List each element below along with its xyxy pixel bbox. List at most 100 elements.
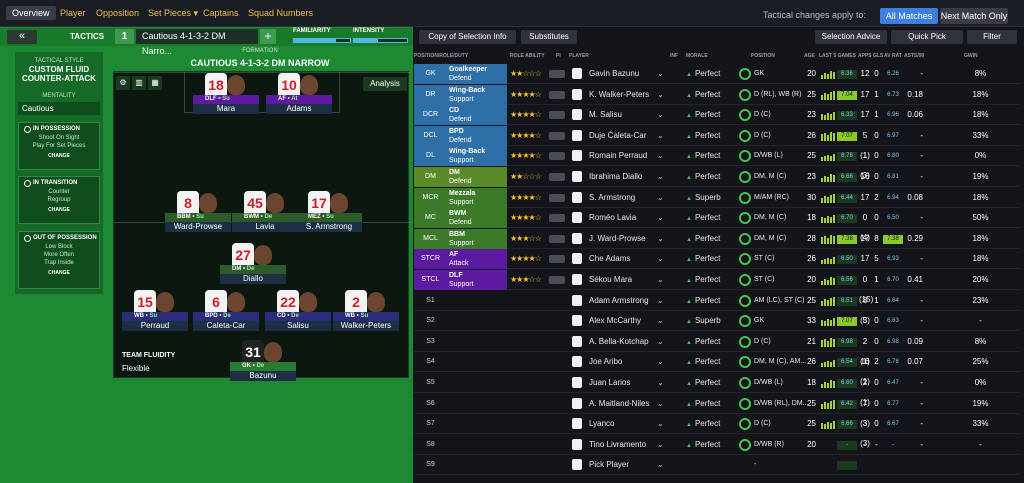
chevron-down-icon[interactable]: ⌄ bbox=[657, 455, 664, 475]
col-position-role-duty[interactable]: POSITION/ROLE/DUTY bbox=[414, 53, 468, 59]
col-apps[interactable]: APPS bbox=[858, 53, 872, 59]
row-role[interactable]: BWM Defend bbox=[447, 208, 507, 229]
table-row[interactable]: S1Adam Armstrong⌄PerfectAM (LC), ST (C)2… bbox=[414, 291, 1019, 325]
pitch-player[interactable]: 8 BBM • Su Ward-Prowse bbox=[165, 191, 235, 235]
in-possession-change-button[interactable]: CHANGE bbox=[19, 153, 99, 159]
row-role[interactable]: Goalkeeper Defend bbox=[447, 64, 507, 84]
table-row[interactable]: S3A. Bella-Kotchap⌄PerfectD (C)216.982 (… bbox=[414, 332, 1019, 366]
table-row[interactable]: S4 Joe Aribo⌄ Perfect DM, M (C), AM...26 6.5… bbox=[414, 352, 1019, 386]
chevron-down-icon[interactable]: ⌄ bbox=[657, 291, 664, 311]
chevron-down-icon[interactable]: ⌄ bbox=[657, 311, 664, 331]
chevron-down-icon[interactable]: ⌄ bbox=[657, 352, 664, 372]
table-row[interactable]: STCRAFAttack★★★★☆Che Adams⌄PerfectST (C)… bbox=[414, 249, 1019, 270]
tactic-slot[interactable]: 1 bbox=[115, 29, 134, 44]
table-row[interactable]: S6 A. Maitland-Niles⌄ Perfect D/WB (RL), DM… bbox=[414, 394, 1019, 428]
substitutes-button[interactable]: Substitutes bbox=[521, 30, 577, 44]
in-possession-box[interactable]: IN POSSESSION Shoot On Sight Play For Se… bbox=[18, 122, 100, 170]
player-instructions-icon[interactable] bbox=[549, 111, 565, 120]
player-instructions-icon[interactable] bbox=[549, 276, 565, 284]
row-role[interactable]: BBM Support bbox=[447, 228, 507, 249]
player-instructions-icon[interactable] bbox=[549, 193, 565, 202]
table-row[interactable]: DCRCDDefend★★★★☆M. Salisu⌄PerfectD (C)23… bbox=[414, 105, 1019, 126]
player-role-badge[interactable]: AF • At bbox=[266, 95, 332, 104]
row-role[interactable]: AF Attack bbox=[447, 249, 507, 270]
player-instructions-icon[interactable] bbox=[549, 70, 565, 78]
chevron-down-icon[interactable]: ⌄ bbox=[657, 229, 664, 249]
player-instructions-icon[interactable] bbox=[549, 255, 565, 264]
settings-icon[interactable]: ⚙ bbox=[116, 76, 130, 90]
filter-button[interactable]: Filter bbox=[967, 30, 1017, 44]
player-role-badge[interactable]: BBM • Su bbox=[165, 213, 231, 222]
player-role-badge[interactable]: WB • Su bbox=[122, 312, 188, 321]
row-role[interactable]: DM Defend bbox=[447, 167, 507, 187]
col-gwin[interactable]: GWIN bbox=[964, 53, 978, 59]
pitch-player[interactable]: 45 BWM • De Lavia bbox=[232, 191, 302, 235]
selection-advice-button[interactable]: Selection Advice bbox=[815, 30, 887, 44]
tab-set-pieces[interactable]: Set Pieces ▾ bbox=[148, 8, 198, 19]
col-inf[interactable]: INF bbox=[670, 53, 678, 59]
player-name[interactable]: Lyanco bbox=[589, 414, 679, 434]
pitch-player[interactable]: 10 AF • At Adams bbox=[266, 73, 336, 117]
chevron-down-icon[interactable]: ⌄ bbox=[657, 435, 664, 455]
copy-selection-info-dropdown[interactable]: Copy of Selection Info bbox=[419, 30, 516, 44]
player-instructions-icon[interactable] bbox=[549, 234, 565, 243]
chevron-down-icon[interactable]: ⌄ bbox=[657, 167, 664, 187]
row-role[interactable]: Wing-Back Support bbox=[447, 84, 507, 105]
table-row[interactable]: MCBWMDefend★★★★☆Roméo Lavia⌄PerfectDM, M… bbox=[414, 208, 1019, 242]
quick-pick-button[interactable]: Quick Pick bbox=[891, 30, 963, 44]
pitch-player[interactable]: 27 DM • De Diallo bbox=[220, 243, 290, 287]
chevron-down-icon[interactable]: ⌄ bbox=[657, 85, 664, 105]
tab-player[interactable]: Player bbox=[60, 8, 86, 18]
player-name[interactable]: A. Bella-Kotchap bbox=[589, 332, 679, 352]
chevron-down-icon[interactable]: ⌄ bbox=[657, 105, 664, 125]
row-role[interactable]: BPD Defend bbox=[447, 125, 507, 146]
mentality-select[interactable]: Cautious bbox=[18, 102, 100, 115]
chevron-down-icon[interactable]: ⌄ bbox=[657, 146, 664, 166]
row-role[interactable]: Mezzala Support bbox=[447, 187, 507, 208]
chevron-down-icon[interactable]: ⌄ bbox=[657, 332, 664, 352]
chevron-down-icon[interactable]: ⌄ bbox=[657, 414, 664, 434]
table-row[interactable]: S7Lyanco⌄PerfectD (C)256.663 (3)06.67-33… bbox=[414, 414, 1019, 448]
row-role[interactable]: CD Defend bbox=[447, 105, 507, 126]
table-row[interactable]: S8Tino Livramento⌄PerfectD/WB (R)20-----… bbox=[414, 435, 1019, 455]
tab-opposition[interactable]: Opposition bbox=[96, 8, 139, 18]
player-role-badge[interactable]: DM • De bbox=[220, 265, 286, 274]
chevron-down-icon[interactable]: ⌄ bbox=[657, 208, 664, 228]
player-name[interactable]: Che Adams bbox=[589, 249, 679, 269]
chevron-down-icon[interactable]: ⌄ bbox=[657, 188, 664, 208]
chevron-down-icon[interactable]: ⌄ bbox=[657, 373, 664, 393]
player-role-badge[interactable]: MEZ • Su bbox=[296, 213, 362, 222]
col-role-ability[interactable]: ROLE ABILITY bbox=[510, 53, 545, 59]
player-name[interactable]: Joe Aribo bbox=[589, 352, 679, 372]
col-av-rat[interactable]: AV RAT bbox=[884, 53, 902, 59]
col-age[interactable]: AGE bbox=[804, 53, 815, 59]
pitch-player[interactable]: 31 GK • De Bazunu bbox=[230, 340, 300, 384]
player-name[interactable]: K. Walker-Peters bbox=[589, 85, 679, 105]
out-of-possession-change-button[interactable]: CHANGE bbox=[19, 270, 99, 276]
player-name[interactable]: Sékou Mara bbox=[589, 270, 679, 290]
in-transition-box[interactable]: IN TRANSITION Counter Regroup CHANGE bbox=[18, 176, 100, 224]
player-name[interactable]: A. Maitland-Niles bbox=[589, 394, 679, 414]
player-role-badge[interactable]: GK • De bbox=[230, 362, 296, 371]
player-role-badge[interactable]: WB • Su bbox=[333, 312, 399, 321]
player-name[interactable]: Ibrahima Diallo bbox=[589, 167, 679, 187]
player-name[interactable]: Tino Livramento bbox=[589, 435, 679, 455]
chevron-down-icon[interactable]: ⌄ bbox=[657, 64, 664, 84]
in-transition-change-button[interactable]: CHANGE bbox=[19, 207, 99, 213]
player-name[interactable]: J. Ward-Prowse bbox=[589, 229, 679, 249]
pitch-player[interactable]: 18 DLF • Su Mara bbox=[193, 73, 263, 117]
player-role-badge[interactable]: CD • De bbox=[265, 312, 331, 321]
player-name[interactable]: Gavin Bazunu bbox=[589, 64, 679, 84]
pitch-player[interactable]: 15 WB • Su Perraud bbox=[122, 290, 192, 334]
player-instructions-icon[interactable] bbox=[549, 152, 565, 161]
col-morale[interactable]: MORALE bbox=[686, 53, 708, 59]
tab-squad-numbers[interactable]: Squad Numbers bbox=[248, 8, 313, 18]
analysis-button[interactable]: Analysis bbox=[363, 77, 407, 91]
player-name[interactable]: Pick Player bbox=[589, 455, 679, 475]
player-role-badge[interactable]: DLF • Su bbox=[193, 95, 259, 104]
table-row[interactable]: STCLDLF Support ★★★☆☆ Sékou Mara⌄ Perfect ST … bbox=[414, 270, 1019, 304]
next-match-only-button[interactable]: Next Match Only bbox=[940, 8, 1008, 24]
row-role[interactable]: Wing-Back Support bbox=[447, 146, 507, 167]
col-player[interactable]: PLAYER bbox=[569, 53, 589, 59]
pitch-player[interactable]: 17 MEZ • Su S. Armstrong bbox=[296, 191, 366, 235]
